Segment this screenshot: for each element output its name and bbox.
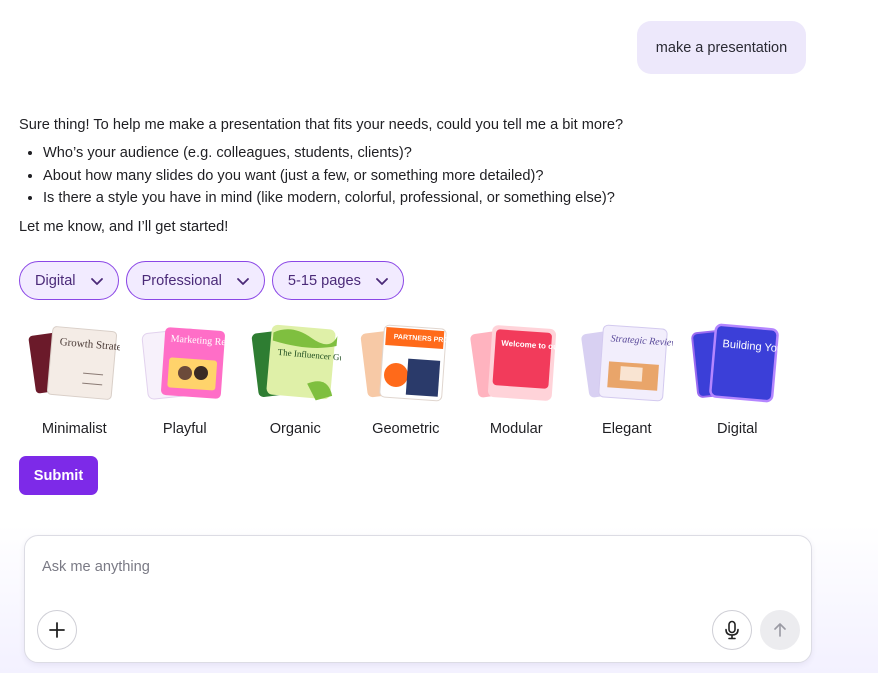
style-label: Digital: [716, 421, 758, 437]
question-item: Who’s your audience (e.g. colleagues, st…: [43, 142, 719, 165]
chat-input[interactable]: [42, 556, 782, 578]
style-options: Growth Strategy Minimalist Marketing Rep…: [19, 323, 793, 437]
style-digital[interactable]: Building Your Brand Digital: [682, 323, 793, 437]
chip-digital-dropdown[interactable]: Digital: [19, 261, 119, 300]
option-chips: Digital Professional 5-15 pages: [19, 261, 404, 300]
question-item: Is there a style you have in mind (like …: [43, 187, 719, 210]
question-list: Who’s your audience (e.g. colleagues, st…: [43, 142, 719, 210]
user-message-text: make a presentation: [655, 39, 788, 56]
style-elegant[interactable]: Strategic Review Elegant: [572, 323, 683, 437]
style-label: Modular: [489, 421, 543, 437]
minimalist-thumbnail: Growth Strategy: [28, 326, 120, 400]
chip-label: Digital: [35, 272, 76, 289]
send-button[interactable]: [760, 610, 800, 650]
chip-label: 5-15 pages: [287, 272, 361, 289]
assistant-intro: Sure thing! To help me make a presentati…: [19, 117, 624, 133]
modular-thumbnail: Welcome to our classroom center!: [470, 325, 562, 401]
user-message-bubble: make a presentation: [637, 21, 806, 74]
arrow-up-icon: [774, 623, 786, 637]
style-geometric[interactable]: PARTNERS PROGRAM Geometric: [351, 323, 462, 437]
style-modular[interactable]: Welcome to our classroom center! Modular: [461, 323, 572, 437]
digital-thumbnail: Building Your Brand: [691, 323, 783, 403]
voice-input-button[interactable]: [712, 610, 752, 650]
chip-label: Professional: [141, 272, 222, 289]
style-label: Organic: [269, 421, 321, 437]
style-label: Minimalist: [41, 421, 107, 437]
style-label: Elegant: [602, 421, 652, 437]
elegant-thumbnail: Strategic Review: [581, 324, 673, 402]
assistant-outro: Let me know, and I’ll get started!: [19, 218, 229, 235]
chip-professional-dropdown[interactable]: Professional: [125, 261, 265, 300]
question-item: About how many slides do you want (just …: [43, 165, 719, 188]
chevron-down-icon: [236, 277, 249, 285]
style-label: Playful: [162, 421, 207, 437]
chevron-down-icon: [90, 277, 103, 285]
organic-thumbnail: The Influencer Guide to Branding: [252, 324, 341, 401]
style-label: Geometric: [372, 421, 440, 437]
submit-button[interactable]: Submit: [19, 456, 98, 495]
chat-composer: [24, 535, 812, 663]
chevron-down-icon: [376, 277, 388, 285]
assistant-reply: Sure thing! To help me make a presentati…: [19, 114, 719, 238]
plus-icon: [49, 622, 65, 638]
style-organic[interactable]: The Influencer Guide to Branding Organic: [240, 323, 351, 437]
geometric-thumbnail: PARTNERS PROGRAM: [360, 324, 452, 402]
add-attachment-button[interactable]: [37, 610, 77, 650]
chip-pages-dropdown[interactable]: 5-15 pages: [271, 261, 404, 300]
style-playful[interactable]: Marketing Report Playful: [130, 323, 241, 437]
microphone-icon: [725, 620, 739, 640]
playful-thumbnail: Marketing Report: [141, 327, 231, 400]
style-minimalist[interactable]: Growth Strategy Minimalist: [19, 323, 130, 437]
